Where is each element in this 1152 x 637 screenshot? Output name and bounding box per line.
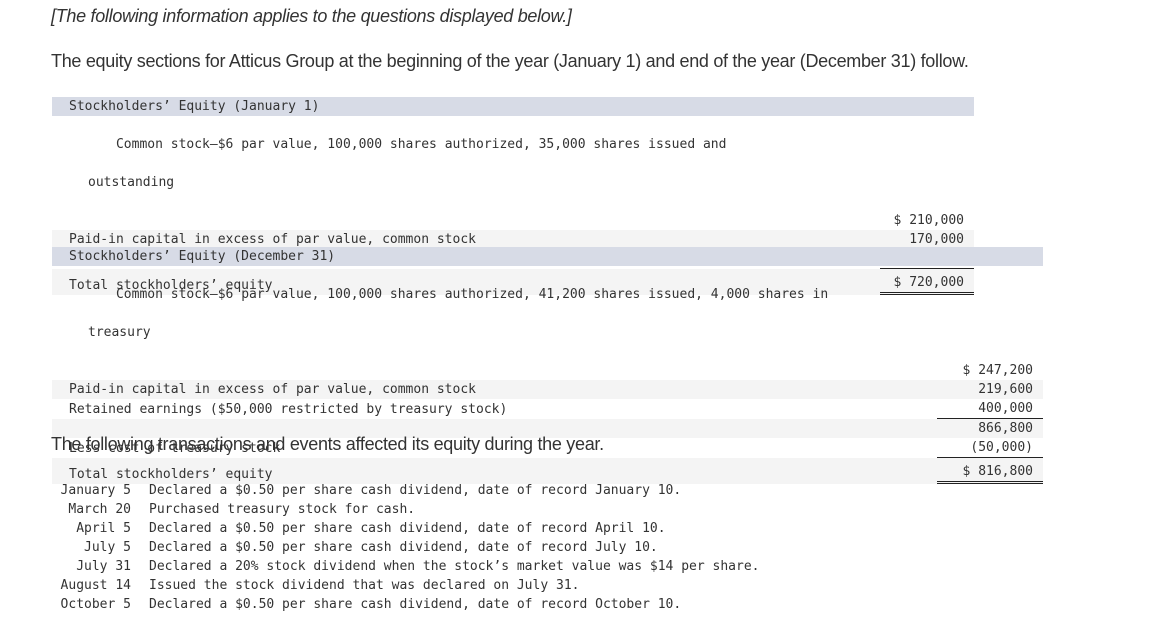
table-row-common-stock: Common stock—$6 par value, 100,000 share… bbox=[52, 266, 1043, 380]
transaction-description: Declared a $0.50 per share cash dividend… bbox=[149, 597, 682, 612]
transaction-row: July 5 Declared a $0.50 per share cash d… bbox=[50, 538, 759, 557]
row-label-line1: Common stock—$6 par value, 100,000 share… bbox=[115, 137, 727, 152]
row-amount: 219,600 bbox=[978, 382, 1033, 397]
row-label: Common stock—$6 par value, 100,000 share… bbox=[52, 266, 828, 380]
row-amount: 866,800 bbox=[978, 421, 1033, 436]
transaction-description: Declared a $0.50 per share cash dividend… bbox=[149, 483, 682, 498]
transactions-heading: The following transactions and events af… bbox=[51, 434, 604, 454]
table-row-retained-earnings: Retained earnings ($50,000 restricted by… bbox=[52, 399, 1043, 419]
transaction-description: Issued the stock dividend that was decla… bbox=[149, 578, 580, 593]
transactions-list: January 5 Declared a $0.50 per share cas… bbox=[50, 481, 760, 614]
transaction-description: Declared a $0.50 per share cash dividend… bbox=[149, 521, 666, 536]
row-amount: $ 816,800 bbox=[937, 462, 1043, 484]
transaction-row: January 5 Declared a $0.50 per share cas… bbox=[50, 481, 759, 500]
row-label: Paid-in capital in excess of par value, … bbox=[69, 382, 476, 397]
row-label-line2: treasury bbox=[88, 325, 151, 340]
table-title: Stockholders’ Equity (January 1) bbox=[69, 99, 320, 114]
row-label-line1: Common stock—$6 par value, 100,000 share… bbox=[115, 287, 829, 302]
row-amount: (50,000) bbox=[937, 438, 1043, 458]
row-amount: $ 210,000 bbox=[893, 213, 964, 228]
row-amount: $ 247,200 bbox=[962, 363, 1033, 378]
transaction-row: July 31 Declared a 20% stock dividend wh… bbox=[50, 557, 759, 576]
row-label: Common stock—$6 par value, 100,000 share… bbox=[52, 116, 726, 230]
row-label: Retained earnings ($50,000 restricted by… bbox=[69, 402, 508, 417]
intro-note: [The following information applies to th… bbox=[51, 6, 572, 26]
transaction-date: October 5 bbox=[60, 597, 131, 612]
lead-text: The equity sections for Atticus Group at… bbox=[51, 51, 969, 71]
table-title-row: Stockholders’ Equity (January 1) bbox=[52, 97, 974, 116]
transaction-description: Declared a $0.50 per share cash dividend… bbox=[149, 540, 658, 555]
transaction-row: April 5 Declared a $0.50 per share cash … bbox=[50, 519, 759, 538]
transaction-row: March 20 Purchased treasury stock for ca… bbox=[50, 500, 759, 519]
transaction-date: April 5 bbox=[76, 521, 131, 536]
transaction-date: July 31 bbox=[76, 559, 131, 574]
table-row-common-stock: Common stock—$6 par value, 100,000 share… bbox=[52, 116, 974, 230]
row-label-line2: outstanding bbox=[88, 175, 175, 190]
transaction-description: Declared a 20% stock dividend when the s… bbox=[149, 559, 760, 574]
table-row-paid-in-capital: Paid-in capital in excess of par value, … bbox=[52, 380, 1043, 399]
transaction-row: October 5 Declared a $0.50 per share cas… bbox=[50, 595, 759, 614]
transaction-row: August 14 Issued the stock dividend that… bbox=[50, 576, 759, 595]
transaction-description: Purchased treasury stock for cash. bbox=[149, 502, 416, 517]
transaction-date: August 14 bbox=[60, 578, 131, 593]
row-amount: 400,000 bbox=[937, 399, 1043, 419]
table-title: Stockholders’ Equity (December 31) bbox=[69, 249, 336, 264]
table-title-row: Stockholders’ Equity (December 31) bbox=[52, 247, 1043, 266]
transaction-date: January 5 bbox=[60, 483, 131, 498]
transaction-date: July 5 bbox=[84, 540, 131, 555]
transaction-date: March 20 bbox=[68, 502, 131, 517]
